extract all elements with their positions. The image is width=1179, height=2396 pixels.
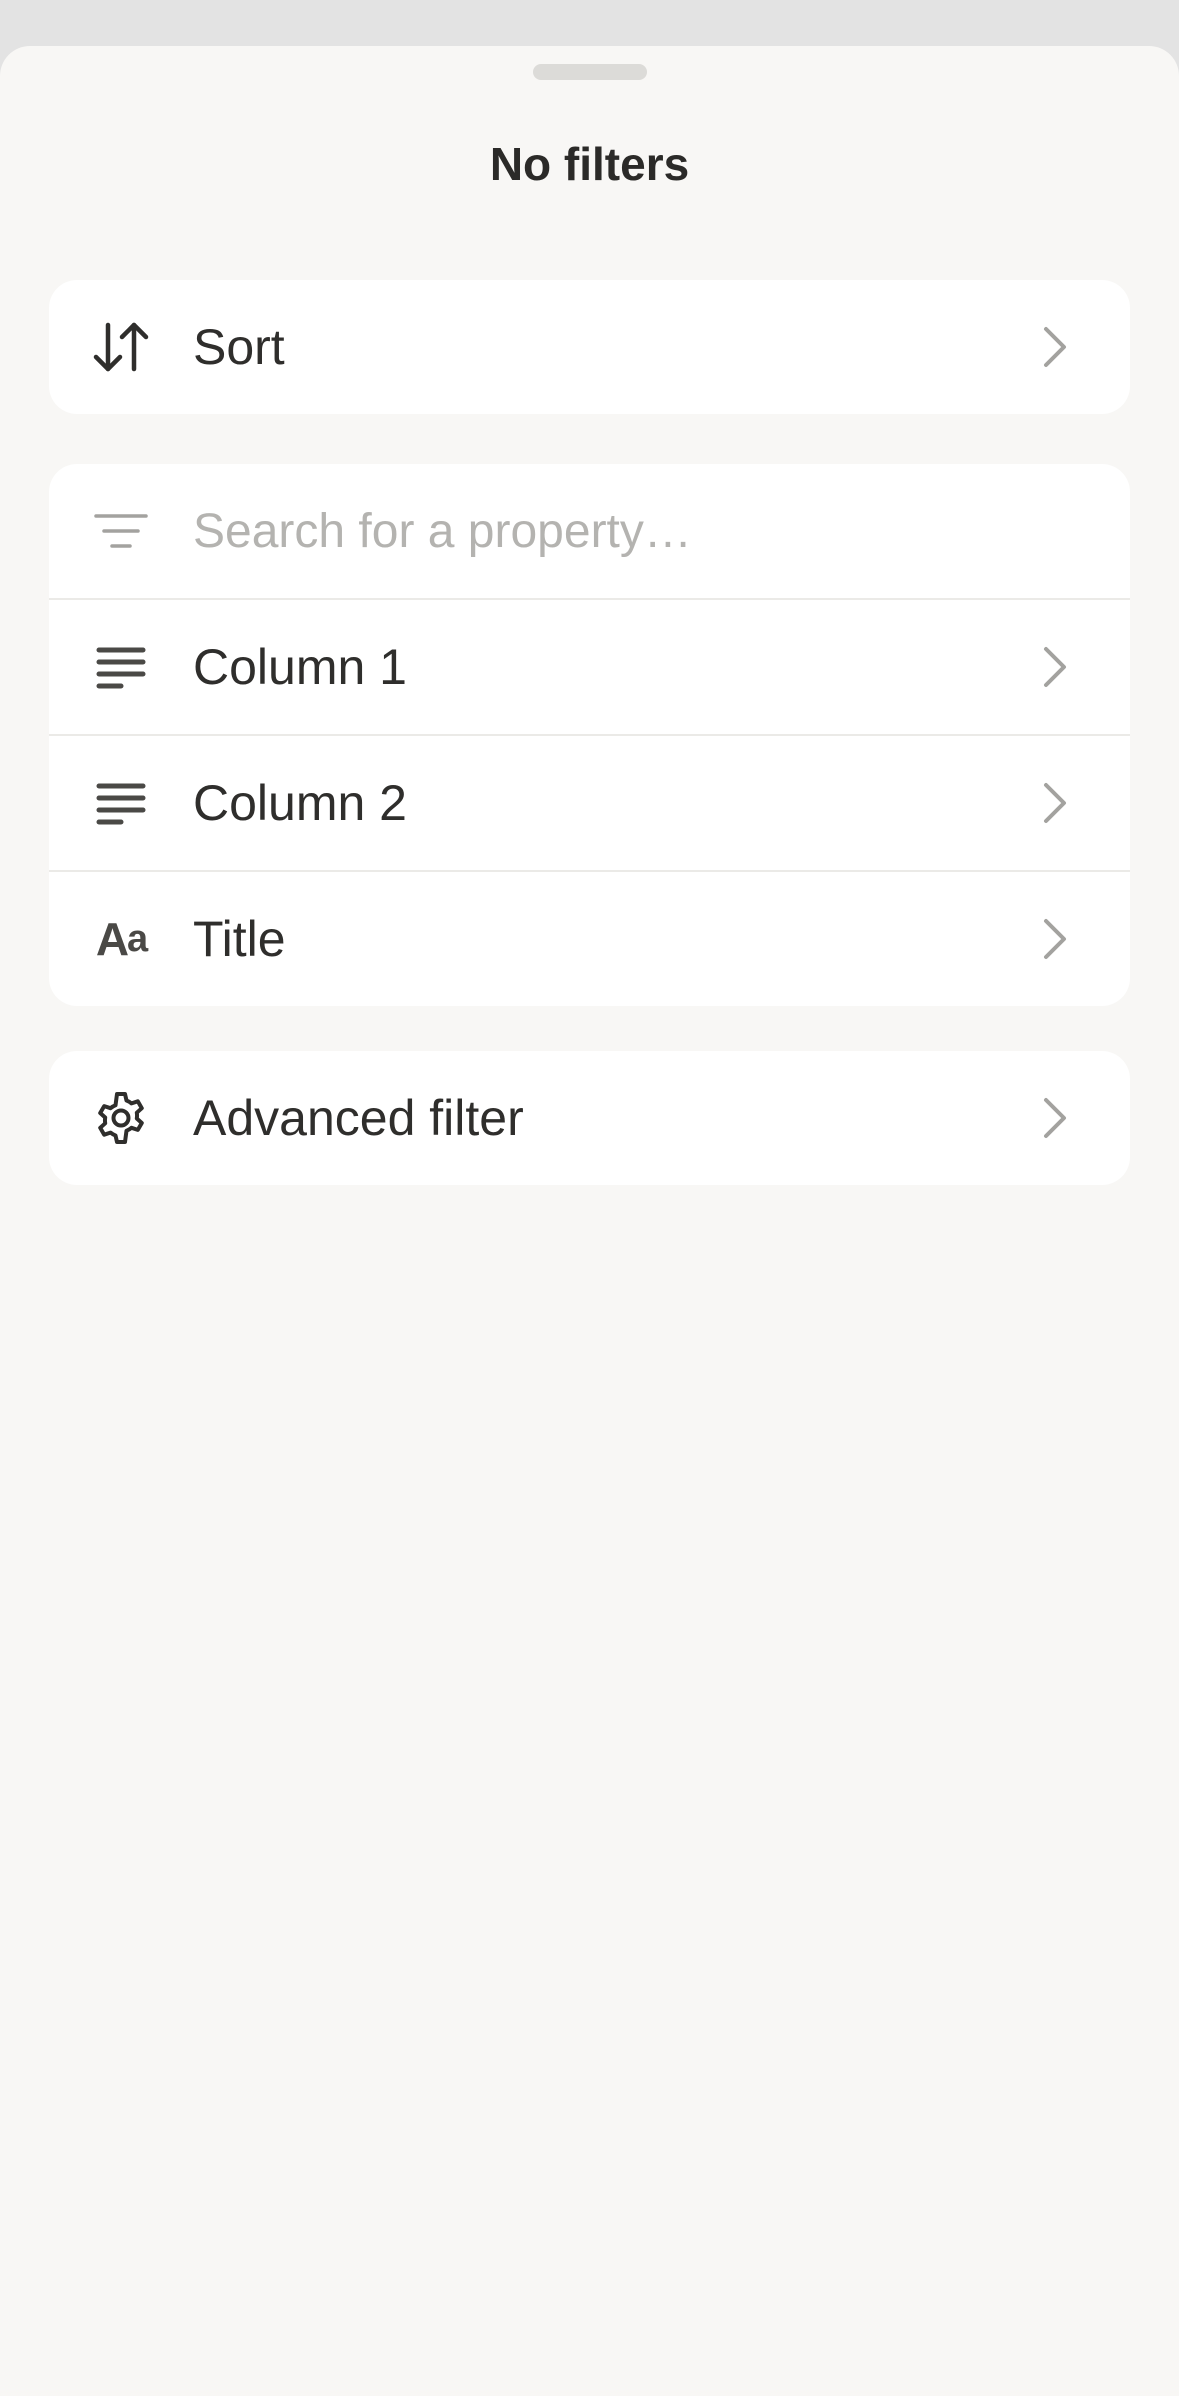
property-row-column-2[interactable]: Column 2 xyxy=(49,734,1130,870)
advanced-filter-label: Advanced filter xyxy=(193,1090,524,1146)
property-search-input[interactable] xyxy=(193,464,1073,598)
chevron-right-icon xyxy=(1044,783,1066,823)
chevron-right-icon xyxy=(1044,919,1066,959)
property-label: Column 1 xyxy=(193,639,407,695)
chevron-right-icon xyxy=(1044,1098,1066,1138)
property-label: Title xyxy=(193,911,286,967)
advanced-filter-card: Advanced filter xyxy=(49,1051,1130,1185)
property-search-row xyxy=(49,464,1130,598)
text-lines-icon xyxy=(91,773,151,833)
chevron-right-icon xyxy=(1044,327,1066,367)
gear-icon xyxy=(91,1088,151,1148)
sort-arrows-icon xyxy=(91,317,151,377)
text-lines-icon xyxy=(91,637,151,697)
filter-lines-icon xyxy=(91,501,151,561)
properties-card: Column 1 Column 2 Aa Title xyxy=(49,464,1130,1006)
sheet-grabber-handle[interactable] xyxy=(533,64,647,80)
title-aa-icon: Aa xyxy=(95,913,148,965)
sort-card: Sort xyxy=(49,280,1130,414)
sheet-title: No filters xyxy=(489,138,690,190)
chevron-right-icon xyxy=(1044,647,1066,687)
sort-label: Sort xyxy=(193,319,285,375)
property-label: Column 2 xyxy=(193,775,407,831)
advanced-filter-row[interactable]: Advanced filter xyxy=(49,1051,1130,1185)
property-row-title[interactable]: Aa Title xyxy=(49,870,1130,1006)
property-row-column-1[interactable]: Column 1 xyxy=(49,598,1130,734)
sort-row[interactable]: Sort xyxy=(49,280,1130,414)
